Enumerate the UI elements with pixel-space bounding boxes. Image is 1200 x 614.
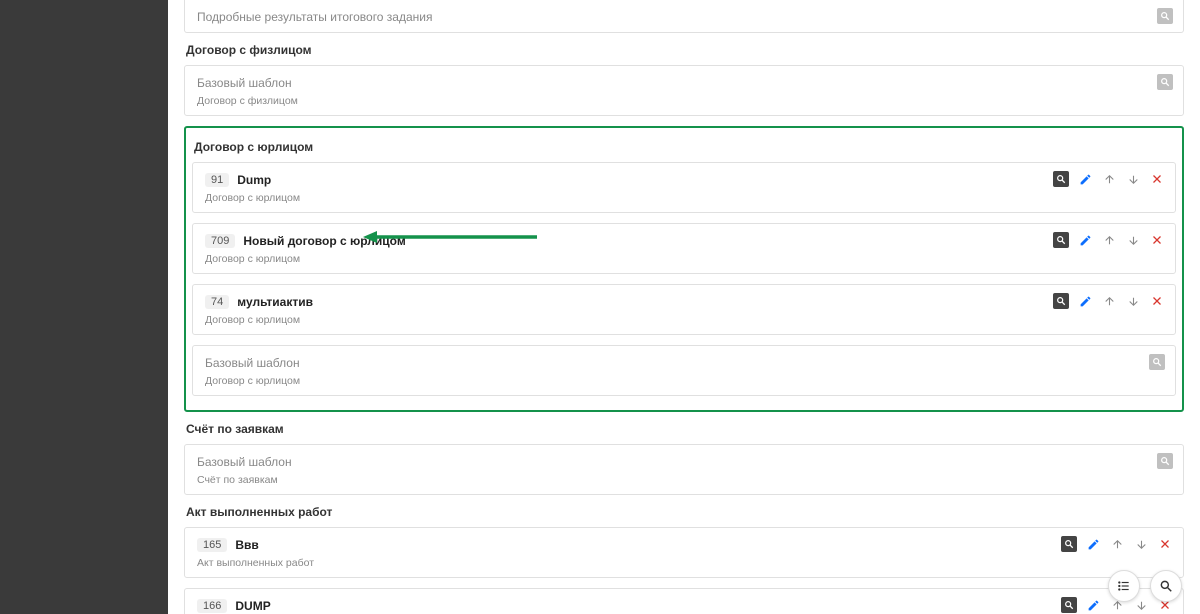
id-badge: 91 bbox=[205, 173, 229, 187]
template-card-base: Базовый шаблон Договор с физлицом bbox=[184, 65, 1184, 116]
id-badge: 709 bbox=[205, 234, 235, 248]
list-fab[interactable] bbox=[1108, 570, 1140, 602]
result-card: Подробные результаты итогового задания bbox=[184, 0, 1184, 33]
edit-icon[interactable] bbox=[1077, 171, 1093, 187]
card-sub: Акт выполненных работ bbox=[197, 557, 1171, 569]
section-title: Договор с физлицом bbox=[186, 43, 1184, 57]
close-icon[interactable] bbox=[1149, 293, 1165, 309]
close-icon[interactable] bbox=[1149, 232, 1165, 248]
arrow-up-icon[interactable] bbox=[1109, 536, 1125, 552]
section-title: Договор с юрлицом bbox=[194, 140, 1176, 154]
template-card-base: Базовый шаблон Договор с юрлицом bbox=[192, 345, 1176, 396]
section-yurlico: Договор с юрлицом 91 Dump Договор с юрли… bbox=[184, 126, 1184, 412]
search-fab[interactable] bbox=[1150, 570, 1182, 602]
template-card: 74 мультиактив Договор с юрлицом bbox=[192, 284, 1176, 335]
section-title: Счёт по заявкам bbox=[186, 422, 1184, 436]
card-title: Ввв bbox=[235, 538, 258, 552]
result-card-title: Подробные результаты итогового задания bbox=[197, 10, 433, 24]
card-sub: Счёт по заявкам bbox=[197, 474, 1171, 486]
edit-icon[interactable] bbox=[1077, 293, 1093, 309]
arrow-down-icon[interactable] bbox=[1125, 171, 1141, 187]
arrow-down-icon[interactable] bbox=[1125, 232, 1141, 248]
card-sub: Договор с физлицом bbox=[197, 95, 1171, 107]
template-card: 166 DUMP Акт выполненных работ bbox=[184, 588, 1184, 614]
card-sub: Договор с юрлицом bbox=[205, 253, 1163, 265]
edit-icon[interactable] bbox=[1077, 232, 1093, 248]
template-card: 709 Новый договор с юрлицом Договор с юр… bbox=[192, 223, 1176, 274]
id-badge: 74 bbox=[205, 295, 229, 309]
arrow-up-icon[interactable] bbox=[1101, 293, 1117, 309]
fab-row bbox=[1108, 570, 1182, 602]
list-icon bbox=[1117, 579, 1131, 593]
search-icon[interactable] bbox=[1053, 171, 1069, 187]
section-act: Акт выполненных работ 165 Ввв Акт выполн… bbox=[184, 505, 1184, 614]
section-invoice: Счёт по заявкам Базовый шаблон Счёт по з… bbox=[184, 422, 1184, 495]
main-content: Подробные результаты итогового задания Д… bbox=[168, 0, 1200, 614]
search-icon[interactable] bbox=[1061, 597, 1077, 613]
card-title: Dump bbox=[237, 173, 271, 187]
template-card: 91 Dump Договор с юрлицом bbox=[192, 162, 1176, 213]
sidebar bbox=[0, 0, 168, 614]
template-card: 165 Ввв Акт выполненных работ bbox=[184, 527, 1184, 578]
arrow-up-icon[interactable] bbox=[1101, 171, 1117, 187]
arrow-down-icon[interactable] bbox=[1133, 536, 1149, 552]
search-icon bbox=[1159, 579, 1173, 593]
search-icon[interactable] bbox=[1157, 453, 1173, 469]
arrow-up-icon[interactable] bbox=[1101, 232, 1117, 248]
close-icon[interactable] bbox=[1157, 536, 1173, 552]
search-icon[interactable] bbox=[1149, 354, 1165, 370]
template-card-base: Базовый шаблон Счёт по заявкам bbox=[184, 444, 1184, 495]
card-sub: Договор с юрлицом bbox=[205, 192, 1163, 204]
card-sub: Договор с юрлицом bbox=[205, 375, 1163, 387]
id-badge: 165 bbox=[197, 538, 227, 552]
card-title: Базовый шаблон bbox=[197, 455, 292, 469]
section-fizlico: Договор с физлицом Базовый шаблон Догово… bbox=[184, 43, 1184, 116]
search-icon[interactable] bbox=[1157, 74, 1173, 90]
id-badge: 166 bbox=[197, 599, 227, 613]
search-icon[interactable] bbox=[1053, 293, 1069, 309]
search-icon[interactable] bbox=[1157, 8, 1173, 24]
card-title: Новый договор с юрлицом bbox=[243, 234, 405, 248]
search-icon[interactable] bbox=[1053, 232, 1069, 248]
card-title: Базовый шаблон bbox=[197, 76, 292, 90]
card-title: Базовый шаблон bbox=[205, 356, 300, 370]
edit-icon[interactable] bbox=[1085, 536, 1101, 552]
arrow-down-icon[interactable] bbox=[1125, 293, 1141, 309]
search-icon[interactable] bbox=[1061, 536, 1077, 552]
section-title: Акт выполненных работ bbox=[186, 505, 1184, 519]
edit-icon[interactable] bbox=[1085, 597, 1101, 613]
card-title: мультиактив bbox=[237, 295, 313, 309]
close-icon[interactable] bbox=[1149, 171, 1165, 187]
card-title: DUMP bbox=[235, 599, 270, 613]
card-sub: Договор с юрлицом bbox=[205, 314, 1163, 326]
